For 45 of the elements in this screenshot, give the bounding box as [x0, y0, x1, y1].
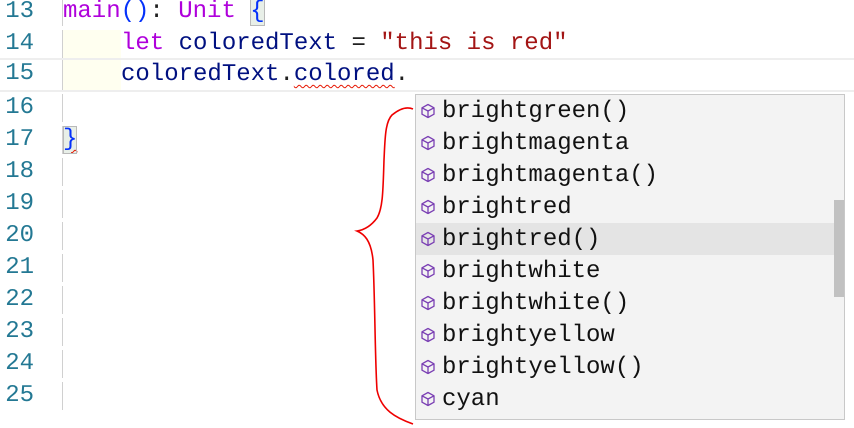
line-number: 15: [4, 60, 35, 89]
code-token: =: [350, 30, 367, 58]
cube-icon: [420, 231, 436, 247]
line-number: 25: [4, 382, 35, 410]
code-token: colored: [294, 61, 395, 89]
suggestion-item[interactable]: brightwhite: [416, 255, 844, 287]
cube-icon: [420, 199, 436, 215]
cube-icon: [420, 167, 436, 183]
line-number: 21: [4, 254, 35, 282]
cube-icon: [420, 359, 436, 375]
line-number: 13: [4, 0, 35, 26]
suggestion-item[interactable]: brightmagenta(): [416, 159, 844, 191]
cube-icon: [420, 327, 436, 343]
suggestion-item[interactable]: brightgreen(): [416, 95, 844, 127]
code-token: coloredText: [178, 30, 338, 58]
line-number: 18: [4, 158, 35, 186]
cube-icon: [420, 391, 436, 407]
line-number: 20: [4, 222, 35, 250]
suggestion-item[interactable]: brightwhite(): [416, 287, 844, 319]
suggestion-item[interactable]: brightred: [416, 191, 844, 223]
line-number: 17: [4, 126, 35, 154]
indent-guide: [63, 60, 121, 90]
code-token: :: [149, 0, 165, 26]
matched-bracket: }: [63, 126, 78, 154]
code-token: "this is red": [380, 30, 568, 58]
suggestion-item[interactable]: brightyellow: [416, 319, 844, 351]
scrollbar[interactable]: [834, 200, 844, 297]
code-token: .: [394, 61, 410, 89]
line-number: 16: [4, 94, 35, 122]
cube-icon: [420, 295, 436, 311]
line-number: 23: [4, 318, 35, 346]
suggestion-item[interactable]: brightmagenta: [416, 127, 844, 159]
cube-icon: [420, 103, 436, 119]
suggestion-item[interactable]: brightyellow(): [416, 351, 844, 383]
line-number: 24: [4, 350, 35, 378]
code-token: .: [279, 61, 294, 89]
code-token: let: [121, 30, 166, 58]
cube-icon: [420, 263, 436, 279]
cube-icon: [420, 135, 436, 151]
line-number: 19: [4, 190, 35, 218]
line-number: 22: [4, 286, 35, 314]
code-token: coloredText: [121, 61, 280, 89]
indent-guide: [63, 30, 121, 58]
suggestion-item[interactable]: cyan: [416, 383, 844, 415]
line-number: 14: [4, 30, 35, 58]
